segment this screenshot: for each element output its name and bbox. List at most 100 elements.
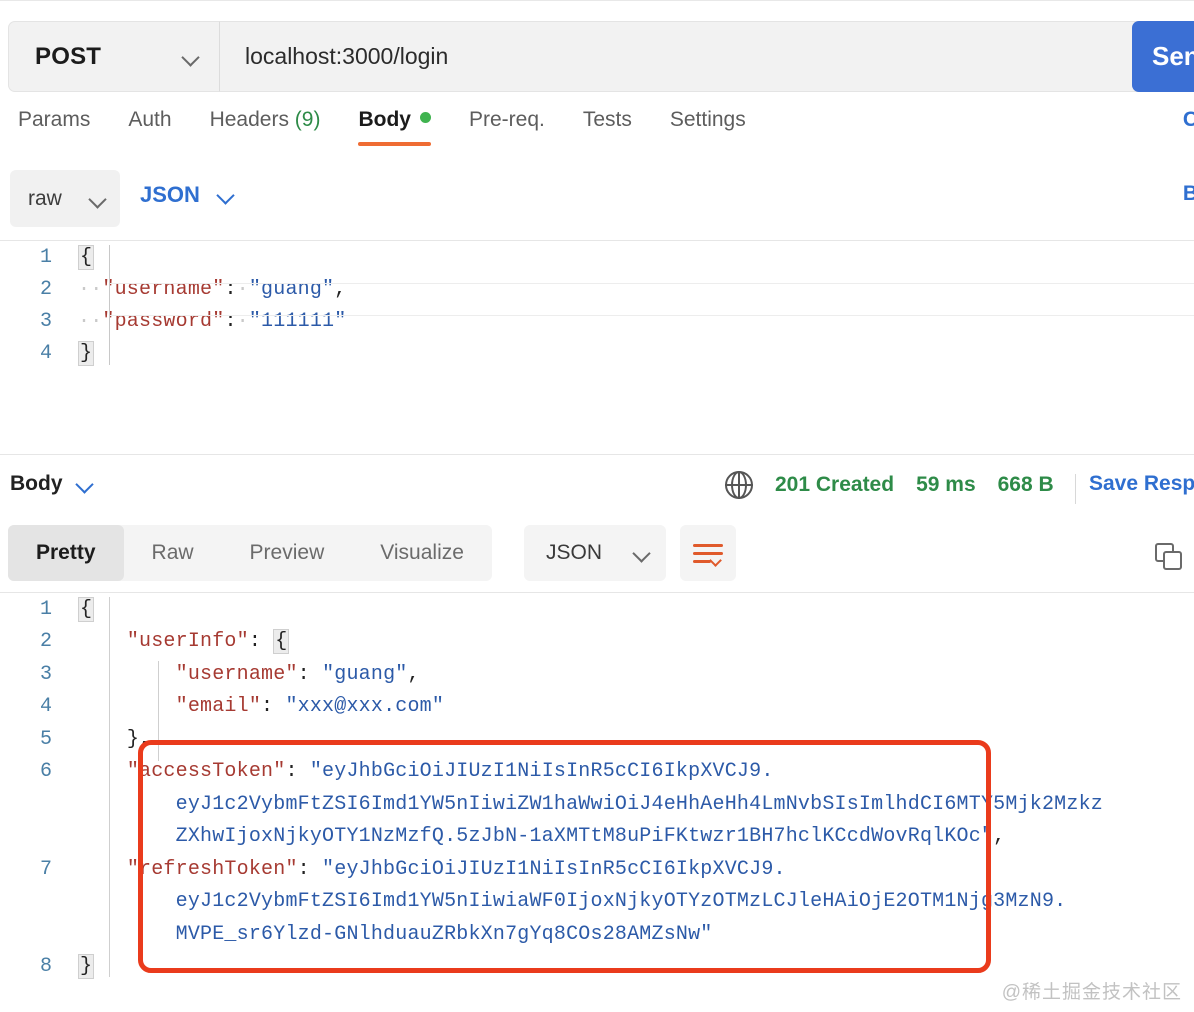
word-wrap-toggle[interactable]: [680, 525, 736, 581]
code-text: "accessToken": "eyJhbGciOiJIUzI1NiIsInR5…: [126, 760, 774, 784]
chevron-down-icon: [90, 191, 106, 207]
code-line: 7 "refreshToken": "eyJhbGciOiJIUzI1NiIsI…: [0, 853, 1194, 886]
tab-preview-label: Preview: [249, 541, 325, 564]
save-response-link[interactable]: Save Resp: [1089, 472, 1194, 496]
tab-settings-label: Settings: [669, 108, 746, 131]
code-line: 1{: [0, 241, 1194, 273]
response-status-group: 201 Created 59 ms 668 B: [725, 471, 1054, 499]
code-text: }: [78, 340, 95, 366]
chevron-down-icon: [183, 49, 199, 65]
code-text: eyJ1c2VybmFtZSI6Imd1YW5nIiwiaWF0IjoxNjky…: [175, 890, 1067, 914]
chevron-down-icon: [218, 187, 234, 203]
response-size: 668 B: [997, 473, 1054, 496]
tab-prereq-label: Pre-req.: [468, 108, 545, 131]
code-line: eyJ1c2VybmFtZSI6Imd1YW5nIiwiZW1haWwiOiJ4…: [0, 788, 1194, 821]
tab-params[interactable]: Params: [18, 108, 90, 146]
code-text: "refreshToken": "eyJhbGciOiJIUzI1NiIsInR…: [126, 857, 786, 881]
tab-prereq[interactable]: Pre-req.: [469, 108, 545, 146]
body-modified-dot-icon: [419, 112, 431, 123]
line-number: 2: [39, 630, 52, 654]
http-method-selector[interactable]: POST: [8, 21, 220, 92]
tab-headers-label: Headers: [209, 108, 289, 131]
tab-tests-label: Tests: [582, 108, 632, 131]
tab-raw-label: Raw: [151, 541, 194, 564]
tab-auth-label: Auth: [128, 108, 172, 131]
url-value: localhost:3000/login: [245, 43, 449, 69]
indent-guide: [109, 597, 110, 977]
tab-pretty-label: Pretty: [36, 541, 96, 564]
tab-pretty[interactable]: Pretty: [8, 525, 124, 581]
tab-headers[interactable]: Headers (9): [210, 108, 321, 146]
code-line: 3 "username": "guang",: [0, 658, 1194, 691]
response-view-tabs: Pretty Raw Preview Visualize: [8, 525, 492, 581]
response-meta-bar: Body 201 Created 59 ms 668 B Save Resp: [0, 462, 1194, 518]
line-number: 7: [39, 857, 52, 881]
body-type-selector[interactable]: raw: [10, 170, 120, 227]
editor-gutter-line: [109, 245, 110, 365]
copy-icon[interactable]: [1155, 543, 1185, 573]
tab-visualize-label: Visualize: [380, 541, 464, 564]
indent-guide: [158, 661, 159, 761]
watermark: @稀土掘金技术社区: [1001, 982, 1182, 1003]
code-text: ··"username":·"guang",: [78, 277, 347, 301]
line-number: 1: [39, 597, 52, 621]
url-input[interactable]: localhost:3000/login: [220, 21, 1194, 92]
code-text: eyJ1c2VybmFtZSI6Imd1YW5nIiwiZW1haWwiOiJ4…: [175, 792, 1103, 816]
code-line: 4 "email": "xxx@xxx.com": [0, 691, 1194, 724]
body-format-label: JSON: [140, 182, 200, 207]
code-line: 4}: [0, 337, 1194, 369]
body-type-label: raw: [28, 186, 62, 210]
cookies-link[interactable]: C: [1183, 108, 1194, 132]
url-row: POST localhost:3000/login: [8, 21, 1194, 92]
response-body-editor[interactable]: 1{2 "userInfo": {3 "username": "guang", 4…: [0, 592, 1194, 992]
line-number: 8: [39, 955, 52, 979]
request-body-editor[interactable]: 1{2 ··"username":·"guang", 3 ··"password":·…: [0, 240, 1194, 455]
row-separator: [110, 283, 1194, 284]
code-text: {: [78, 596, 95, 622]
response-time: 59 ms: [916, 473, 976, 496]
tab-body-label: Body: [358, 108, 411, 131]
globe-icon: [725, 471, 753, 499]
line-number: 1: [39, 245, 52, 269]
code-line: 2 ··"username":·"guang",: [0, 273, 1194, 305]
response-format-label: JSON: [546, 541, 603, 564]
headers-count: (9): [294, 108, 321, 131]
line-number: 4: [39, 695, 52, 719]
line-number: 3: [39, 662, 52, 686]
response-format-selector[interactable]: JSON: [524, 525, 666, 581]
request-url-bar: POST localhost:3000/login Send: [0, 0, 1194, 96]
body-format-selector[interactable]: JSON: [140, 182, 234, 208]
send-button[interactable]: Send: [1132, 21, 1194, 92]
tab-body[interactable]: Body: [358, 108, 431, 146]
code-text: "email": "xxx@xxx.com": [175, 695, 445, 719]
response-view-tabs-row: Pretty Raw Preview Visualize JSON: [0, 525, 1194, 585]
response-body-selector[interactable]: Body: [10, 472, 93, 496]
chevron-down-icon: [77, 476, 93, 492]
code-line: 3 ··"password":·"111111": [0, 305, 1194, 337]
divider: [1075, 474, 1076, 504]
code-line: 2 "userInfo": {: [0, 626, 1194, 659]
line-number: 5: [39, 727, 52, 751]
line-number: 2: [39, 277, 52, 301]
tab-raw[interactable]: Raw: [124, 525, 222, 581]
code-text: {: [78, 244, 95, 270]
code-text: },: [126, 727, 152, 751]
code-line: 5 },: [0, 723, 1194, 756]
tab-auth[interactable]: Auth: [128, 108, 171, 146]
code-text: "username": "guang",: [175, 662, 420, 686]
code-line: 6 "accessToken": "eyJhbGciOiJIUzI1NiIsIn…: [0, 756, 1194, 789]
tab-preview[interactable]: Preview: [222, 525, 353, 581]
request-tabs: Params Auth Headers (9) Body Pre-req. Te…: [0, 108, 1194, 163]
code-text: MVPE_sr6Ylzd-GNlhduauZRbkXn7gYq8COs28AMZ…: [175, 922, 713, 946]
code-line: MVPE_sr6Ylzd-GNlhduauZRbkXn7gYq8COs28AMZ…: [0, 918, 1194, 951]
http-method-label: POST: [35, 42, 102, 70]
code-line: eyJ1c2VybmFtZSI6Imd1YW5nIiwiaWF0IjoxNjky…: [0, 886, 1194, 919]
code-line: 1{: [0, 593, 1194, 626]
code-text: ZXhwIjoxNjkyOTY1NzMzfQ.5zJbN-1aXMTtM8uPi…: [175, 825, 1006, 849]
tab-tests[interactable]: Tests: [583, 108, 632, 146]
line-number: 4: [39, 341, 52, 365]
code-text: }: [78, 954, 95, 980]
tab-settings[interactable]: Settings: [670, 108, 746, 146]
tab-visualize[interactable]: Visualize: [352, 525, 492, 581]
beautify-link[interactable]: B: [1183, 182, 1194, 206]
